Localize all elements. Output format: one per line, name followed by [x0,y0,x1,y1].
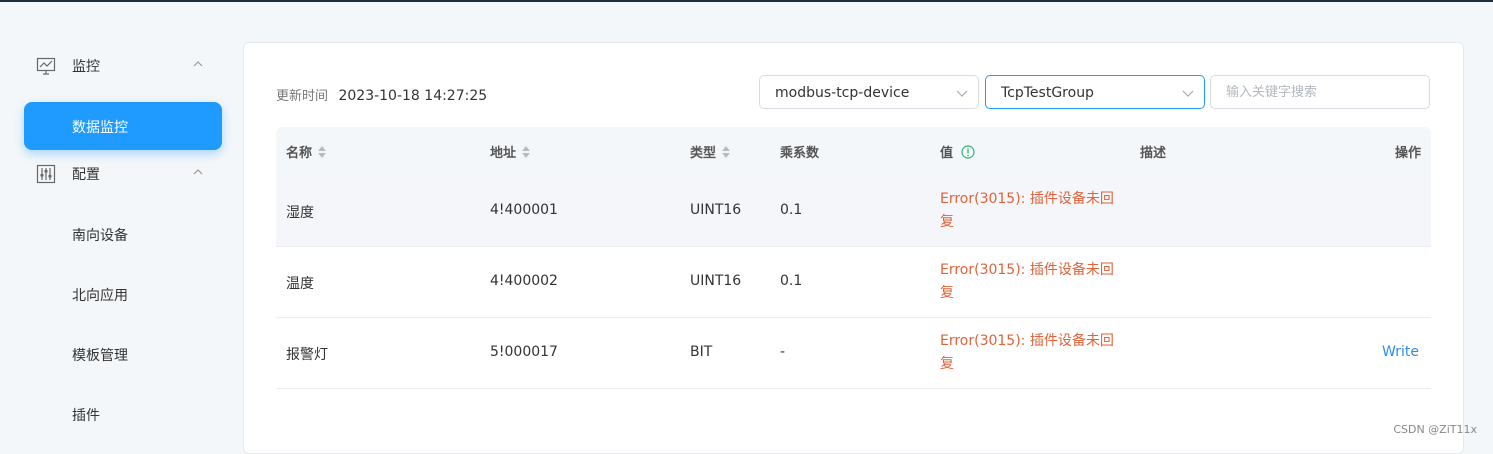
column-header-label: 描述 [1140,146,1167,161]
sidebar-item-label: 插件 [72,408,100,424]
table-row[interactable]: 温度 4!400002 UINT16 0.1 Error(3015): 插件设备… [276,246,1431,318]
sidebar-item-data-monitor[interactable]: 数据监控 [24,102,222,150]
column-header-action: 操作 [1395,142,1421,161]
cell-multiplier: - [780,344,786,360]
column-header-label: 值 [940,146,954,161]
sidebar-item-south-devices[interactable]: 南向设备 [24,210,222,258]
column-header-label: 地址 [490,146,517,161]
update-time-label: 更新时间 [276,89,329,104]
column-header-address[interactable]: 地址 [490,142,531,161]
sidebar-item-templates[interactable]: 模板管理 [24,330,222,378]
column-header-value: 值 [940,142,975,161]
device-select-value: modbus-tcp-device [775,85,910,101]
cell-multiplier: 0.1 [780,273,803,289]
menu-group-config[interactable]: 配置 [24,150,224,198]
column-header-label: 名称 [286,146,313,161]
column-header-label: 乘系数 [780,146,820,161]
cell-name: 报警灯 [286,347,328,363]
sidebar-item-label: 模板管理 [72,348,128,364]
table-row[interactable]: 湿度 4!400001 UINT16 0.1 Error(3015): 插件设备… [276,175,1431,247]
sort-icon[interactable] [318,145,327,158]
menu-group-monitor[interactable]: 监控 [24,42,224,90]
cell-value-error: Error(3015): 插件设备未回复 [940,262,1114,301]
sidebar-item-north-apps[interactable]: 北向应用 [24,270,222,318]
cell-value-error: Error(3015): 插件设备未回复 [940,191,1114,230]
info-icon[interactable] [961,144,975,159]
cell-address: 4!400001 [490,202,558,218]
cell-name: 湿度 [286,205,314,221]
sliders-icon [36,164,56,184]
group-select-value: TcpTestGroup [1001,85,1094,101]
cell-type: UINT16 [690,273,742,289]
chevron-up-icon [193,61,203,67]
monitor-icon [36,57,56,75]
watermark: CSDN @ZiT11x [1393,423,1477,436]
column-header-name[interactable]: 名称 [286,142,327,161]
chevron-up-icon [193,169,203,175]
cell-multiplier: 0.1 [780,202,803,218]
write-link[interactable]: Write [1382,344,1419,360]
search-input[interactable] [1210,75,1430,109]
update-time-value: 2023-10-18 14:27:25 [338,88,488,104]
cell-address: 5!000017 [490,344,558,360]
table-header: 名称 地址 类型 乘系数 值 描述 操作 [276,127,1431,175]
column-header-description: 描述 [1140,142,1166,161]
column-header-type[interactable]: 类型 [690,142,731,161]
cell-value-error: Error(3015): 插件设备未回复 [940,333,1114,372]
column-header-label: 操作 [1394,146,1421,161]
chevron-down-icon [956,90,968,97]
cell-type: UINT16 [690,202,742,218]
column-header-multiplier: 乘系数 [780,142,819,161]
cell-address: 4!400002 [490,273,558,289]
update-time: 更新时间 2023-10-18 14:27:25 [276,85,487,104]
sidebar-item-label: 数据监控 [72,120,128,136]
device-select[interactable]: modbus-tcp-device [759,75,979,109]
chevron-down-icon [1182,90,1194,97]
table-row[interactable]: 报警灯 5!000017 BIT - Error(3015): 插件设备未回复 … [276,317,1431,389]
cell-type: BIT [690,344,713,360]
group-select[interactable]: TcpTestGroup [985,75,1205,109]
menu-group-label: 监控 [72,59,100,75]
sort-icon[interactable] [722,145,731,158]
sidebar-item-label: 南向设备 [72,228,128,244]
menu-group-label: 配置 [72,167,100,183]
sidebar-item-plugins[interactable]: 插件 [24,390,222,438]
sidebar-item-label: 北向应用 [72,288,128,304]
sidebar: 监控 数据监控 配置 南向设备 北向应用 模板管理 插件 [0,2,240,445]
sort-icon[interactable] [522,145,531,158]
cell-name: 温度 [286,276,314,292]
column-header-label: 类型 [690,146,717,161]
main-card: 更新时间 2023-10-18 14:27:25 modbus-tcp-devi… [243,42,1464,454]
